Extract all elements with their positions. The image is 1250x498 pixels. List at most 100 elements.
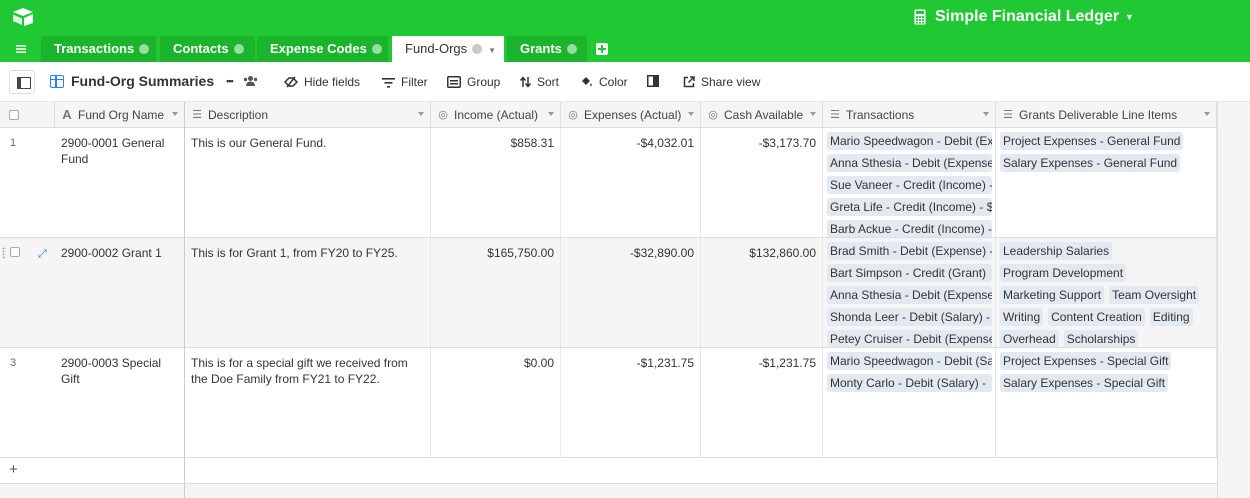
table-row[interactable]: 1 2900-0001 General Fund This is our Gen… (0, 128, 1217, 238)
grants-line-items-cell[interactable]: Leadership Salaries Program Development … (996, 238, 1217, 347)
description-cell[interactable]: This is for a special gift we received f… (185, 348, 431, 457)
chevron-down-icon[interactable] (810, 112, 816, 116)
fund-org-name-cell[interactable]: 2900-0003 Special Gift (55, 348, 185, 457)
grants-line-items-cell[interactable]: Project Expenses - Special Gift Salary E… (996, 348, 1217, 457)
linked-transaction-chip[interactable]: Barb Ackue - Credit (Income) - (827, 220, 992, 237)
column-header-income-actual[interactable]: ◎ Income (Actual) (431, 102, 561, 128)
base-title-menu[interactable]: Simple Financial Ledger ▼ (914, 6, 1134, 28)
view-switcher[interactable]: Fund-Org Summaries ••• (50, 73, 258, 89)
tab-label: Transactions (54, 41, 135, 56)
linked-grant-item-chip[interactable]: Project Expenses - Special Gift (1000, 352, 1172, 370)
column-header-fund-org-name[interactable]: A Fund Org Name (55, 102, 185, 128)
linked-grant-item-chip[interactable]: Leadership Salaries (1000, 242, 1113, 260)
airtable-logo-icon[interactable] (12, 7, 34, 27)
filter-button[interactable]: Filter (382, 75, 428, 89)
sort-button[interactable]: Sort (520, 75, 559, 89)
linked-grant-item-chip[interactable]: Scholarships (1063, 330, 1139, 347)
more-options-icon[interactable]: ••• (226, 76, 234, 86)
fund-org-name-cell[interactable]: 2900-0002 Grant 1 (55, 238, 185, 347)
column-header-transactions[interactable]: ☰ Transactions (823, 102, 996, 128)
info-icon[interactable] (472, 44, 483, 54)
cash-value: -$1,231.75 (758, 356, 816, 370)
row-checkbox[interactable] (10, 247, 20, 257)
info-icon[interactable] (371, 44, 382, 54)
column-header-cash-available[interactable]: ◎ Cash Available (701, 102, 823, 128)
linked-transaction-chip[interactable]: Sue Vaneer - Credit (Income) - (827, 176, 992, 194)
linked-grant-item-chip[interactable]: Salary Expenses - Special Gift (1000, 374, 1169, 392)
expenses-cell[interactable]: -$4,032.01 (561, 128, 701, 237)
chevron-down-icon[interactable] (688, 112, 694, 116)
row-height-button[interactable] (647, 75, 665, 87)
linked-grant-item-chip[interactable]: Project Expenses - General Fund (1000, 132, 1184, 150)
description-cell[interactable]: This is for Grant 1, from FY20 to FY25. (185, 238, 431, 347)
column-header-expenses-actual[interactable]: ◎ Expenses (Actual) (561, 102, 701, 128)
linked-grant-item-chip[interactable]: Salary Expenses - General Fund (1000, 154, 1181, 172)
table-row[interactable]: 3 2900-0003 Special Gift This is for a s… (0, 348, 1217, 458)
info-icon[interactable] (566, 44, 577, 54)
chevron-down-icon[interactable] (548, 112, 554, 116)
linked-grant-item-chip[interactable]: Program Development (1000, 264, 1127, 282)
linked-grant-item-chip[interactable]: Overhead (1000, 330, 1059, 347)
linked-transaction-chip[interactable]: Anna Sthesia - Debit (Expense (827, 154, 992, 172)
fund-org-name-cell[interactable]: 2900-0001 General Fund (55, 128, 185, 237)
linked-transaction-chip[interactable]: Monty Carlo - Debit (Salary) - (827, 374, 992, 392)
expand-record-icon[interactable]: ⤢ (38, 246, 47, 262)
chevron-down-icon[interactable] (418, 112, 424, 116)
income-cell[interactable]: $858.31 (431, 128, 561, 237)
linked-transaction-chip[interactable]: Greta Life - Credit (Income) - $ (827, 198, 992, 216)
tab-expense-codes[interactable]: Expense Codes (257, 36, 388, 62)
linked-transaction-chip[interactable]: Bart Simpson - Credit (Grant) (827, 264, 992, 282)
chevron-down-icon[interactable]: ▼ (488, 46, 496, 55)
select-all-checkbox[interactable] (9, 110, 19, 120)
tab-contacts[interactable]: Contacts (160, 36, 255, 62)
expenses-value: -$4,032.01 (636, 136, 694, 150)
expenses-cell[interactable]: -$32,890.00 (561, 238, 701, 347)
chevron-down-icon[interactable] (172, 112, 178, 116)
linked-grant-item-chip[interactable]: Writing (1000, 308, 1044, 326)
table-row[interactable]: ⤢ 2900-0002 Grant 1 This is for Grant 1,… (0, 238, 1217, 348)
column-header-grants-deliverable-line-items[interactable]: ☰ Grants Deliverable Line Items (996, 102, 1217, 128)
chevron-down-icon[interactable] (1204, 112, 1210, 116)
drag-handle-icon[interactable] (2, 247, 6, 259)
hamburger-menu-icon[interactable] (14, 42, 28, 56)
hide-fields-button[interactable]: Hide fields (284, 75, 360, 89)
tab-transactions[interactable]: Transactions (41, 36, 156, 62)
tab-fund-orgs[interactable]: Fund-Orgs ▼ (392, 36, 504, 62)
linked-grant-item-chip[interactable]: Marketing Support (1000, 286, 1105, 304)
sidebar-toggle-icon[interactable] (9, 70, 35, 94)
linked-grant-item-chip[interactable]: Editing (1149, 308, 1193, 326)
transactions-cell[interactable]: Brad Smith - Debit (Expense) - Bart Simp… (823, 238, 996, 347)
expenses-cell[interactable]: -$1,231.75 (561, 348, 701, 457)
description-cell[interactable]: This is our General Fund. (185, 128, 431, 237)
color-button[interactable]: Color (580, 75, 628, 89)
share-view-button[interactable]: Share view (683, 75, 760, 89)
linked-transaction-chip[interactable]: Petey Cruiser - Debit (Expense (827, 330, 992, 347)
people-icon[interactable] (243, 75, 258, 87)
grants-line-items-cell[interactable]: Project Expenses - General Fund Salary E… (996, 128, 1217, 237)
filter-icon (382, 77, 395, 88)
add-record-icon[interactable]: + (9, 461, 18, 478)
linked-grant-item-chip[interactable]: Team Oversight (1109, 286, 1200, 304)
add-table-icon[interactable] (596, 43, 608, 55)
tab-grants[interactable]: Grants (507, 36, 587, 62)
linked-transaction-chip[interactable]: Brad Smith - Debit (Expense) - (827, 242, 992, 260)
linked-transaction-chip[interactable]: Shonda Leer - Debit (Salary) - (827, 308, 992, 326)
transactions-cell[interactable]: Mario Speedwagon - Debit (Ex Anna Sthesi… (823, 128, 996, 237)
transactions-cell[interactable]: Mario Speedwagon - Debit (Sa Monty Carlo… (823, 348, 996, 457)
info-icon[interactable] (139, 44, 150, 54)
linked-transaction-chip[interactable]: Mario Speedwagon - Debit (Ex (827, 132, 992, 150)
column-header-description[interactable]: ☰ Description (185, 102, 431, 128)
chevron-down-icon[interactable] (983, 112, 989, 116)
income-cell[interactable]: $0.00 (431, 348, 561, 457)
income-cell[interactable]: $165,750.00 (431, 238, 561, 347)
linked-grant-item-chip[interactable]: Content Creation (1048, 308, 1145, 326)
add-record-row[interactable]: + (0, 458, 1217, 484)
linked-transaction-chip[interactable]: Anna Sthesia - Debit (Expense (827, 286, 992, 304)
info-icon[interactable] (233, 44, 244, 54)
cash-available-cell[interactable]: -$3,173.70 (701, 128, 823, 237)
group-button[interactable]: Group (447, 75, 500, 89)
linked-transaction-chip[interactable]: Mario Speedwagon - Debit (Sa (827, 352, 992, 370)
cash-available-cell[interactable]: $132,860.00 (701, 238, 823, 347)
cash-available-cell[interactable]: -$1,231.75 (701, 348, 823, 457)
chevron-down-icon: ▼ (1125, 12, 1134, 22)
